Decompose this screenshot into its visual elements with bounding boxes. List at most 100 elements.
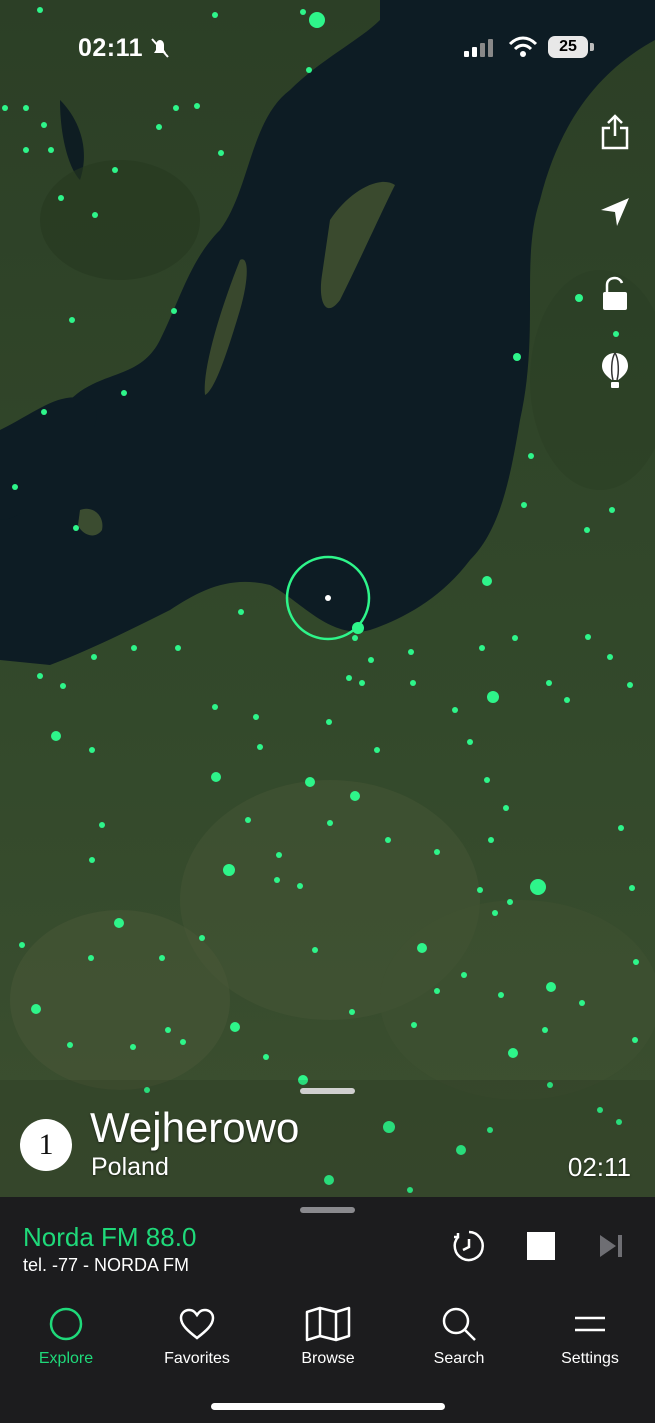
station-dot[interactable]	[69, 317, 75, 323]
station-dot[interactable]	[352, 622, 364, 634]
station-dot[interactable]	[579, 1000, 585, 1006]
station-dot[interactable]	[434, 849, 440, 855]
station-dot[interactable]	[417, 943, 427, 953]
station-dot[interactable]	[434, 988, 440, 994]
station-dot[interactable]	[297, 883, 303, 889]
station-dot[interactable]	[349, 1009, 355, 1015]
station-dot[interactable]	[359, 680, 365, 686]
station-dot[interactable]	[89, 857, 95, 863]
station-dot[interactable]	[482, 576, 492, 586]
station-dot[interactable]	[41, 409, 47, 415]
station-dot[interactable]	[253, 714, 259, 720]
station-dot[interactable]	[546, 982, 556, 992]
station-dot[interactable]	[492, 910, 498, 916]
station-dot[interactable]	[613, 331, 619, 337]
station-dot[interactable]	[238, 609, 244, 615]
station-dot[interactable]	[312, 947, 318, 953]
station-dot[interactable]	[498, 992, 504, 998]
station-dot[interactable]	[374, 747, 380, 753]
station-dot[interactable]	[41, 122, 47, 128]
station-dot[interactable]	[212, 704, 218, 710]
station-dot[interactable]	[23, 105, 29, 111]
station-dot[interactable]	[92, 212, 98, 218]
tab-explore[interactable]: Explore	[11, 1300, 121, 1368]
station-dot[interactable]	[564, 697, 570, 703]
station-dot[interactable]	[99, 822, 105, 828]
station-dot[interactable]	[542, 1027, 548, 1033]
station-dot[interactable]	[629, 885, 635, 891]
station-dot[interactable]	[507, 899, 513, 905]
station-dot[interactable]	[19, 942, 25, 948]
station-dot[interactable]	[584, 527, 590, 533]
station-dot[interactable]	[67, 1042, 73, 1048]
station-dot[interactable]	[484, 777, 490, 783]
station-dot[interactable]	[477, 887, 483, 893]
share-icon[interactable]	[593, 110, 637, 154]
station-dot[interactable]	[112, 167, 118, 173]
station-dot[interactable]	[633, 959, 639, 965]
location-arrow-icon[interactable]	[593, 190, 637, 234]
station-dot[interactable]	[607, 654, 613, 660]
station-dot[interactable]	[513, 353, 521, 361]
station-dot[interactable]	[461, 972, 467, 978]
station-dot[interactable]	[180, 1039, 186, 1045]
station-dot[interactable]	[546, 680, 552, 686]
station-dot[interactable]	[521, 502, 527, 508]
station-dot[interactable]	[131, 645, 137, 651]
station-dot[interactable]	[257, 744, 263, 750]
station-dot[interactable]	[173, 105, 179, 111]
station-dot[interactable]	[452, 707, 458, 713]
station-dot[interactable]	[274, 877, 280, 883]
panel-drag-handle[interactable]	[300, 1088, 355, 1094]
station-dot[interactable]	[411, 1022, 417, 1028]
unlock-icon[interactable]	[593, 272, 637, 316]
balloon-icon[interactable]	[593, 348, 637, 392]
station-dot[interactable]	[305, 777, 315, 787]
stop-icon[interactable]	[520, 1225, 562, 1267]
station-dot[interactable]	[165, 1027, 171, 1033]
station-dot[interactable]	[245, 817, 251, 823]
station-dot[interactable]	[385, 837, 391, 843]
station-dot[interactable]	[23, 147, 29, 153]
station-dot[interactable]	[408, 649, 414, 655]
station-dot[interactable]	[218, 150, 224, 156]
station-dot[interactable]	[327, 820, 333, 826]
station-dot[interactable]	[350, 791, 360, 801]
station-dot[interactable]	[194, 103, 200, 109]
station-dot[interactable]	[2, 105, 8, 111]
station-dot[interactable]	[618, 825, 624, 831]
station-dot[interactable]	[223, 864, 235, 876]
station-dot[interactable]	[130, 1044, 136, 1050]
station-dot[interactable]	[58, 195, 64, 201]
station-dot[interactable]	[48, 147, 54, 153]
tab-search[interactable]: Search	[404, 1300, 514, 1368]
station-dot[interactable]	[488, 837, 494, 843]
station-dot[interactable]	[479, 645, 485, 651]
station-dot[interactable]	[467, 739, 473, 745]
station-dot[interactable]	[352, 635, 358, 641]
tab-favorites[interactable]: Favorites	[142, 1300, 252, 1368]
station-dot[interactable]	[37, 673, 43, 679]
station-dot[interactable]	[609, 507, 615, 513]
tab-settings[interactable]: Settings	[535, 1300, 645, 1368]
tab-browse[interactable]: Browse	[273, 1300, 383, 1368]
station-dot[interactable]	[12, 484, 18, 490]
station-dot[interactable]	[171, 308, 177, 314]
station-dot[interactable]	[508, 1048, 518, 1058]
station-dot[interactable]	[159, 955, 165, 961]
station-dot[interactable]	[89, 747, 95, 753]
station-dot[interactable]	[230, 1022, 240, 1032]
station-dot[interactable]	[512, 635, 518, 641]
station-dot[interactable]	[326, 719, 332, 725]
station-dot[interactable]	[528, 453, 534, 459]
station-dot[interactable]	[156, 124, 162, 130]
station-dot[interactable]	[346, 675, 352, 681]
station-dot[interactable]	[585, 634, 591, 640]
station-dot[interactable]	[368, 657, 374, 663]
sleep-timer-icon[interactable]	[448, 1225, 490, 1267]
station-dot[interactable]	[60, 683, 66, 689]
station-dot[interactable]	[175, 645, 181, 651]
station-dot[interactable]	[530, 879, 546, 895]
station-dot[interactable]	[73, 525, 79, 531]
station-dot[interactable]	[51, 731, 61, 741]
